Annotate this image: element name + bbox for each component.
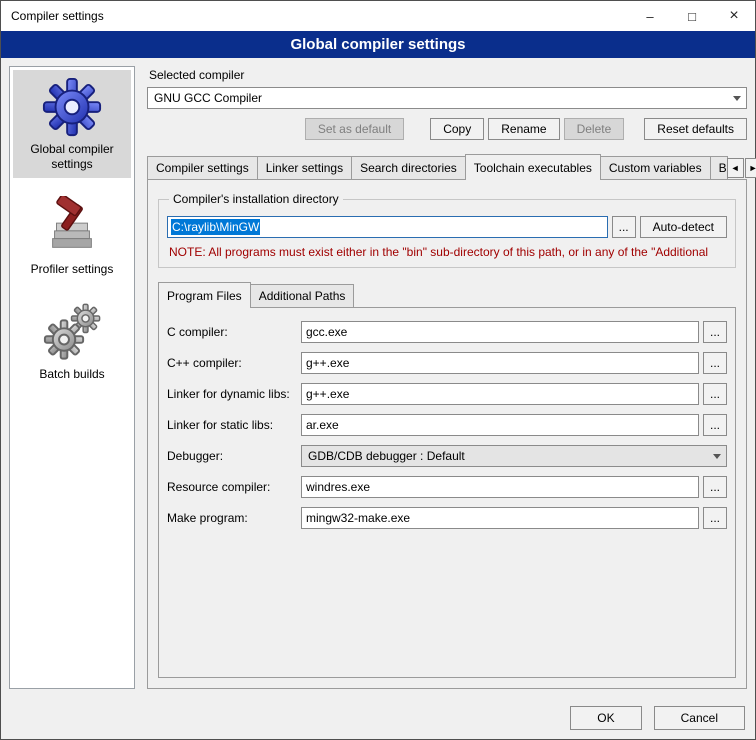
debugger-value: GDB/CDB debugger : Default [308, 449, 708, 463]
profiler-tool-icon [41, 196, 103, 258]
gray-gears-icon [41, 301, 103, 363]
settings-category-list: Global compiler settings Profiler settin… [9, 66, 135, 689]
tab-scroll-buttons: ◄ ► [727, 158, 756, 179]
resource-compiler-label: Resource compiler: [167, 480, 297, 494]
chevron-down-icon [728, 88, 746, 108]
cpp-compiler-row: C++ compiler: ... [167, 352, 727, 374]
debugger-dropdown[interactable]: GDB/CDB debugger : Default [301, 445, 727, 467]
cpp-compiler-input[interactable] [301, 352, 699, 374]
titlebar: Compiler settings – □ × [1, 1, 755, 31]
tab-scroll-right-icon[interactable]: ► [745, 158, 756, 178]
delete-button[interactable]: Delete [564, 118, 625, 140]
debugger-label: Debugger: [167, 449, 297, 463]
tab-compiler-settings[interactable]: Compiler settings [147, 156, 258, 179]
tab-custom-variables[interactable]: Custom variables [600, 156, 711, 179]
browse-linker-dynamic-button[interactable]: ... [703, 383, 727, 405]
tab-scroll-left-icon[interactable]: ◄ [727, 158, 744, 178]
sidebar-item-profiler-settings[interactable]: Profiler settings [13, 190, 131, 283]
installation-directory-value: C:\raylib\MinGW [171, 219, 260, 235]
copy-button[interactable]: Copy [430, 118, 484, 140]
selected-compiler-label: Selected compiler [149, 68, 747, 82]
compiler-settings-tabs: Compiler settings Linker settings Search… [147, 153, 747, 179]
browse-c-compiler-button[interactable]: ... [703, 321, 727, 343]
close-button[interactable]: × [713, 1, 755, 31]
debugger-row: Debugger: GDB/CDB debugger : Default [167, 445, 727, 467]
dialog-footer: OK Cancel [1, 697, 755, 739]
sidebar-item-label: Profiler settings [15, 262, 129, 277]
linker-dynamic-input[interactable] [301, 383, 699, 405]
make-program-input[interactable] [301, 507, 699, 529]
dialog-body: Global compiler settings Profiler settin… [1, 58, 755, 697]
linker-static-row: Linker for static libs: ... [167, 414, 727, 436]
browse-cpp-compiler-button[interactable]: ... [703, 352, 727, 374]
minimize-button[interactable]: – [629, 1, 671, 31]
page-title: Global compiler settings [1, 31, 755, 58]
auto-detect-button[interactable]: Auto-detect [640, 216, 727, 238]
program-files-panel: C compiler: ... C++ compiler: ... Linker… [158, 307, 736, 678]
maximize-button[interactable]: □ [671, 1, 713, 31]
browse-directory-button[interactable]: ... [612, 216, 636, 238]
browse-resource-compiler-button[interactable]: ... [703, 476, 727, 498]
make-program-label: Make program: [167, 511, 297, 525]
compiler-actions: Set as default Copy Rename Delete Reset … [147, 118, 747, 140]
tab-search-directories[interactable]: Search directories [351, 156, 466, 179]
c-compiler-input[interactable] [301, 321, 699, 343]
resource-compiler-input[interactable] [301, 476, 699, 498]
selected-compiler-dropdown[interactable]: GNU GCC Compiler [147, 87, 747, 109]
cancel-button[interactable]: Cancel [654, 706, 745, 730]
compiler-settings-dialog: Compiler settings – □ × Global compiler … [0, 0, 756, 740]
linker-dynamic-label: Linker for dynamic libs: [167, 387, 297, 401]
subtab-additional-paths[interactable]: Additional Paths [250, 284, 355, 307]
bin-subdirectory-note: NOTE: All programs must exist either in … [169, 245, 727, 259]
sidebar-item-label: Global compiler settings [15, 142, 129, 172]
browse-linker-static-button[interactable]: ... [703, 414, 727, 436]
rename-button[interactable]: Rename [488, 118, 559, 140]
main-panel: Selected compiler GNU GCC Compiler Set a… [147, 66, 747, 689]
browse-make-program-button[interactable]: ... [703, 507, 727, 529]
chevron-down-icon [708, 446, 726, 466]
c-compiler-label: C compiler: [167, 325, 297, 339]
linker-dynamic-row: Linker for dynamic libs: ... [167, 383, 727, 405]
ok-button[interactable]: OK [570, 706, 641, 730]
sidebar-item-global-compiler-settings[interactable]: Global compiler settings [13, 70, 131, 178]
tab-build[interactable]: Build [710, 156, 728, 179]
subtab-program-files[interactable]: Program Files [158, 282, 251, 308]
blue-gear-icon [41, 76, 103, 138]
installation-directory-input[interactable]: C:\raylib\MinGW [167, 216, 608, 238]
make-program-row: Make program: ... [167, 507, 727, 529]
resource-compiler-row: Resource compiler: ... [167, 476, 727, 498]
reset-defaults-button[interactable]: Reset defaults [644, 118, 747, 140]
linker-static-label: Linker for static libs: [167, 418, 297, 432]
toolchain-executables-panel: Compiler's installation directory C:\ray… [147, 179, 747, 689]
linker-static-input[interactable] [301, 414, 699, 436]
installation-directory-group: Compiler's installation directory C:\ray… [158, 192, 736, 268]
window-title: Compiler settings [1, 9, 104, 23]
c-compiler-row: C compiler: ... [167, 321, 727, 343]
tab-linker-settings[interactable]: Linker settings [257, 156, 352, 179]
sidebar-item-label: Batch builds [15, 367, 129, 382]
tab-toolchain-executables[interactable]: Toolchain executables [465, 154, 601, 180]
selected-compiler-value: GNU GCC Compiler [154, 91, 728, 105]
cpp-compiler-label: C++ compiler: [167, 356, 297, 370]
set-as-default-button[interactable]: Set as default [305, 118, 404, 140]
sidebar-item-batch-builds[interactable]: Batch builds [13, 295, 131, 388]
program-tabs: Program Files Additional Paths [158, 281, 736, 307]
installation-directory-row: C:\raylib\MinGW ... Auto-detect [167, 216, 727, 238]
installation-directory-label: Compiler's installation directory [169, 192, 343, 206]
